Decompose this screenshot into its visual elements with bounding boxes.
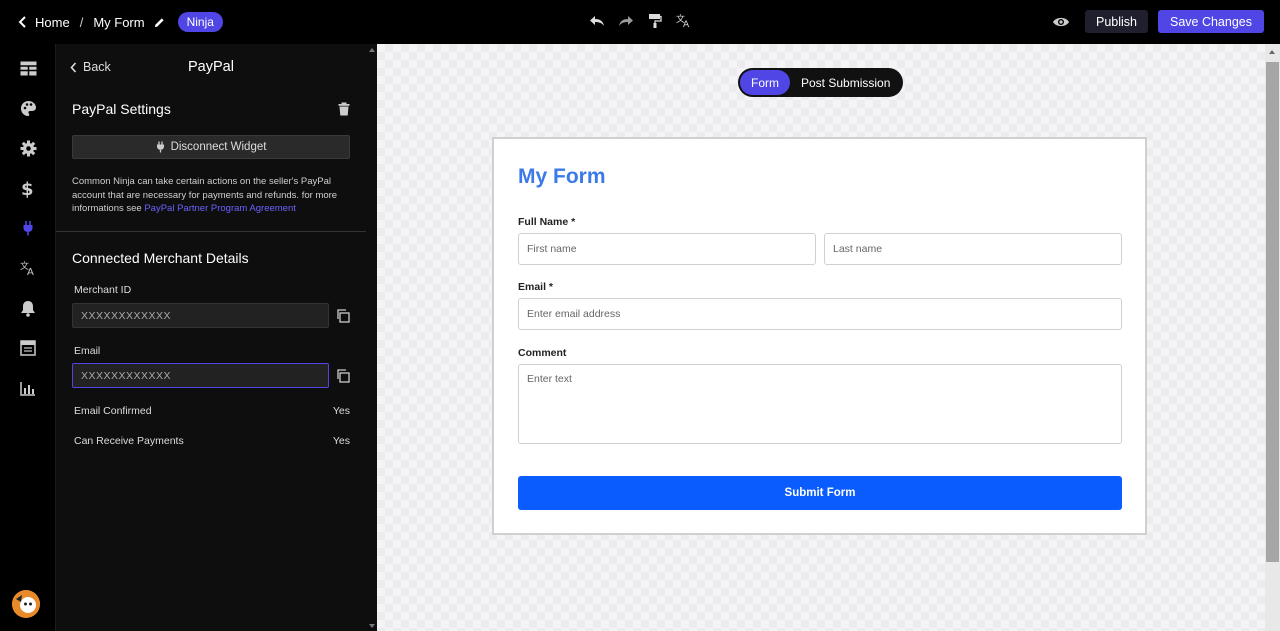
- layout-icon[interactable]: [18, 58, 38, 78]
- comment-label: Comment: [518, 347, 567, 359]
- translate-icon[interactable]: 文A: [675, 12, 692, 29]
- copy-icon[interactable]: [336, 369, 350, 383]
- merchant-id-label: Merchant ID: [74, 284, 132, 296]
- submit-form-button[interactable]: Submit Form: [518, 476, 1122, 510]
- paint-roller-icon[interactable]: [646, 12, 663, 29]
- bell-icon[interactable]: [18, 298, 38, 318]
- settings-panel: Back PayPal PayPal Settings Disconnect W…: [56, 44, 377, 631]
- undo-icon[interactable]: [588, 12, 605, 29]
- paypal-description: Common Ninja can take certain actions on…: [72, 175, 352, 216]
- svg-text:A: A: [683, 20, 690, 28]
- plug-icon[interactable]: [18, 218, 38, 238]
- panel-title: PayPal: [188, 59, 234, 75]
- table-icon[interactable]: [18, 338, 38, 358]
- form-name: My Form: [93, 14, 145, 30]
- email-field[interactable]: [72, 363, 329, 388]
- breadcrumb: Home / My Form Ninja: [18, 0, 223, 44]
- plug-icon: [156, 141, 164, 153]
- redo-icon[interactable]: [617, 12, 634, 29]
- chart-icon[interactable]: [18, 378, 38, 398]
- email-confirmed-label: Email Confirmed: [74, 405, 152, 417]
- email-confirmed-value: Yes: [332, 405, 350, 417]
- email-label: Email *: [518, 281, 554, 293]
- chevron-left-icon[interactable]: [18, 15, 28, 29]
- panel-scrollbar[interactable]: [369, 48, 375, 628]
- pencil-icon[interactable]: [154, 17, 165, 28]
- dollar-icon[interactable]: $: [18, 178, 38, 198]
- breadcrumb-home-link[interactable]: Home: [35, 15, 70, 30]
- paypal-settings-title: PayPal Settings: [72, 101, 171, 117]
- scroll-up-arrow[interactable]: [1269, 50, 1275, 54]
- disconnect-label: Disconnect Widget: [170, 141, 267, 153]
- can-receive-value: Yes: [332, 435, 350, 447]
- icon-rail: $ 文A: [0, 44, 56, 631]
- palette-icon[interactable]: [18, 98, 38, 118]
- tab-post-submission[interactable]: Post Submission: [790, 70, 901, 95]
- canvas-scrollbar[interactable]: [1265, 44, 1280, 631]
- copy-icon[interactable]: [336, 309, 350, 323]
- eye-icon[interactable]: [1051, 12, 1071, 32]
- gear-icon[interactable]: [18, 138, 38, 158]
- avatar[interactable]: [12, 590, 40, 618]
- save-changes-button[interactable]: Save Changes: [1157, 10, 1264, 33]
- merchant-id-field[interactable]: [72, 303, 329, 328]
- can-receive-label: Can Receive Payments: [74, 435, 184, 447]
- svg-text:$: $: [21, 179, 34, 198]
- scrollbar-thumb[interactable]: [1266, 62, 1279, 562]
- top-bar: Home / My Form Ninja 文A Publish Save Cha…: [0, 0, 1280, 44]
- preview-canvas: Form Post Submission My Form Full Name *…: [377, 44, 1265, 631]
- email-confirmed-row: Email Confirmed Yes: [74, 405, 350, 417]
- comment-textarea[interactable]: Enter text: [518, 364, 1122, 444]
- merchant-details-title: Connected Merchant Details: [72, 250, 249, 266]
- trash-icon[interactable]: [337, 102, 351, 116]
- email-input[interactable]: Enter email address: [518, 298, 1122, 330]
- breadcrumb-separator: /: [79, 14, 84, 30]
- svg-text:A: A: [27, 267, 34, 276]
- disconnect-widget-button[interactable]: Disconnect Widget: [72, 135, 350, 159]
- view-toggle: Form Post Submission: [738, 68, 904, 97]
- section-divider: [56, 231, 366, 232]
- editor-toolbar: 文A: [588, 12, 692, 29]
- tab-form[interactable]: Form: [740, 70, 790, 95]
- plan-badge: Ninja: [177, 12, 223, 32]
- translate-icon[interactable]: 文A: [18, 258, 38, 278]
- last-name-input[interactable]: Last name: [824, 233, 1122, 265]
- can-receive-payments-row: Can Receive Payments Yes: [74, 435, 350, 447]
- partner-agreement-link[interactable]: PayPal Partner Program Agreement: [144, 203, 296, 214]
- email-label: Email: [74, 345, 101, 357]
- first-name-input[interactable]: First name: [518, 233, 816, 265]
- form-title: My Form: [518, 165, 606, 188]
- top-actions: Publish Save Changes: [1051, 10, 1264, 33]
- form-card: My Form Full Name * First name Last name…: [492, 137, 1147, 535]
- publish-button[interactable]: Publish: [1084, 10, 1148, 33]
- full-name-label: Full Name *: [518, 216, 576, 228]
